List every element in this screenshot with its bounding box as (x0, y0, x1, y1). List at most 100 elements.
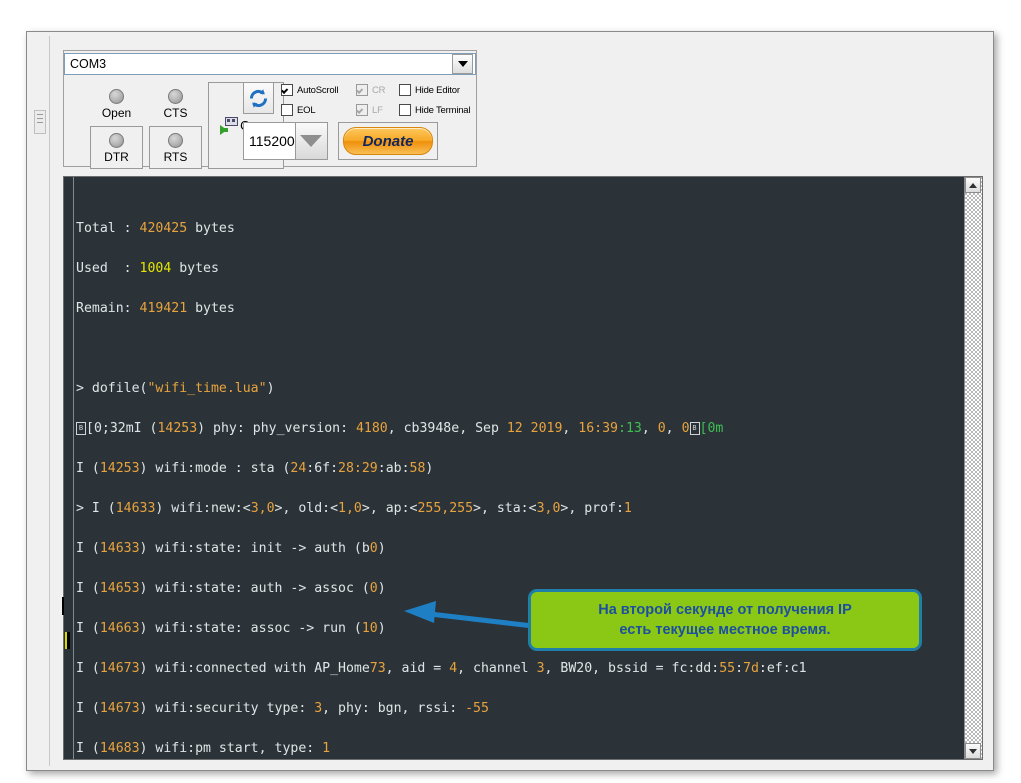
t: 419421 (139, 301, 188, 316)
scroll-up-button[interactable] (965, 177, 981, 193)
t: >, prof: (560, 501, 624, 516)
t: 16:39 (578, 421, 618, 436)
t: bytes (187, 221, 235, 236)
checkbox-hide-editor[interactable]: Hide Editor (399, 84, 460, 96)
baudrate-value: 115200 (249, 133, 295, 149)
led-lamp-icon (109, 132, 124, 148)
t: ) (266, 381, 275, 396)
terminal-caret-marker (65, 632, 70, 649)
led-indicator-rts[interactable]: RTS (149, 126, 202, 169)
annotation-arrow (404, 601, 534, 629)
checkbox-label: EOL (297, 104, 316, 116)
t: 14633 (99, 541, 140, 556)
left-rail-collapse-handle[interactable] (34, 110, 46, 134)
t: 0 (657, 421, 666, 436)
checkbox-label: Hide Editor (415, 84, 460, 96)
t: 14663 (99, 621, 140, 636)
serial-plug-connect-icon (220, 117, 239, 135)
t: 14653 (99, 581, 140, 596)
checkbox-box[interactable] (281, 84, 293, 96)
terminal-output[interactable]: Total : 420425 bytes Used : 1004 bytes R… (76, 199, 958, 759)
terminal-scrollbar[interactable] (964, 177, 982, 759)
checkbox-cr: CR (356, 84, 386, 96)
t: Total : (76, 221, 140, 236)
escape-glyph-icon: B (689, 421, 700, 435)
t: I ( (76, 541, 100, 556)
led-indicator-dtr[interactable]: DTR (90, 126, 143, 169)
left-rail (31, 36, 50, 766)
checkbox-box[interactable] (399, 104, 411, 116)
checkbox-box[interactable] (399, 84, 411, 96)
terminal-line: I (14633) wifi:state: init -> auth (b0) (76, 539, 958, 559)
t: ) wifi:pm start, type: (139, 741, 323, 756)
t: ) wifi:state: assoc -> run ( (139, 621, 362, 636)
scroll-down-button[interactable] (965, 743, 981, 759)
t: Remain: (76, 301, 140, 316)
terminal-line: Used : 1004 bytes (76, 259, 958, 279)
t: 420425 (139, 221, 188, 236)
checkbox-hide-terminal[interactable]: Hide Terminal (399, 104, 471, 116)
t: 1,0 (338, 501, 362, 516)
t: :ab: (377, 461, 410, 476)
checkbox-autoscroll[interactable]: AutoScroll (281, 84, 339, 96)
led-lamp-icon (168, 132, 183, 148)
terminal-line: > dofile("wifi_time.lua") (76, 379, 958, 399)
led-label-rts: RTS (163, 149, 188, 164)
t: >, old:< (274, 501, 339, 516)
t: 3 (314, 701, 323, 716)
t: ) wifi:mode : sta ( (139, 461, 291, 476)
t: , channel (457, 661, 537, 676)
terminal-line: B [0;32mI (14253) phy: phy_version: 4180,… (76, 419, 958, 439)
scroll-up-arrow-icon (969, 182, 977, 188)
donate-button-container: Donate (338, 122, 438, 160)
led-indicator-open: Open (90, 82, 143, 125)
port-select[interactable]: COM3 (64, 53, 476, 75)
terminal-panel[interactable]: Total : 420425 bytes Used : 1004 bytes R… (63, 176, 983, 760)
t: bytes (171, 261, 219, 276)
t: 7d (743, 661, 759, 676)
t: 14253 (99, 461, 140, 476)
led-label-dtr: DTR (104, 149, 129, 164)
t: , (641, 421, 658, 436)
terminal-line: I (14683) wifi:pm start, type: 1 (76, 739, 958, 759)
t: I ( (76, 661, 100, 676)
refresh-ports-button[interactable] (243, 82, 274, 114)
t: 255,255 (417, 501, 474, 516)
checkbox-label: Hide Terminal (415, 104, 471, 116)
checkbox-box (356, 104, 368, 116)
t: : (735, 661, 744, 676)
t: 14673 (99, 701, 140, 716)
t: 0 (369, 541, 378, 556)
annotation-line-2: есть текущее местное время. (619, 622, 831, 638)
chevron-down-icon (300, 135, 323, 147)
checkbox-label: CR (372, 84, 386, 96)
t: ) wifi:connected with AP_Home (139, 661, 370, 676)
t: , (665, 421, 682, 436)
checkbox-box[interactable] (281, 104, 293, 116)
t: ) wifi:new:< (155, 501, 251, 516)
t: :6f: (306, 461, 339, 476)
escape-glyph-icon: B (76, 421, 86, 435)
t: "wifi_time.lua" (147, 381, 267, 396)
t: I ( (76, 581, 100, 596)
led-lamp-icon (168, 88, 183, 104)
t: bytes (187, 301, 235, 316)
t: I ( (76, 741, 100, 756)
port-select-dropdown-button[interactable] (452, 54, 473, 74)
t: , BW20, bssid = fc:dd: (544, 661, 720, 676)
t: 14633 (115, 501, 156, 516)
terminal-line: I (14253) wifi:mode : sta (24:6f:28:29:a… (76, 459, 958, 479)
donate-button[interactable]: Donate (343, 127, 433, 155)
t: 0 (369, 581, 378, 596)
t: > I ( (76, 501, 116, 516)
annotation-callout: На второй секунде от получения IP есть т… (528, 589, 922, 651)
t: 58 (409, 461, 426, 476)
t: 4180 (355, 421, 388, 436)
t: 1 (322, 741, 331, 756)
checkbox-eol[interactable]: EOL (281, 104, 316, 116)
baudrate-select[interactable]: 115200 (243, 122, 328, 160)
baudrate-dropdown-button[interactable] (294, 123, 327, 159)
t: , phy: bgn, rssi: (322, 701, 466, 716)
t: I ( (76, 701, 100, 716)
